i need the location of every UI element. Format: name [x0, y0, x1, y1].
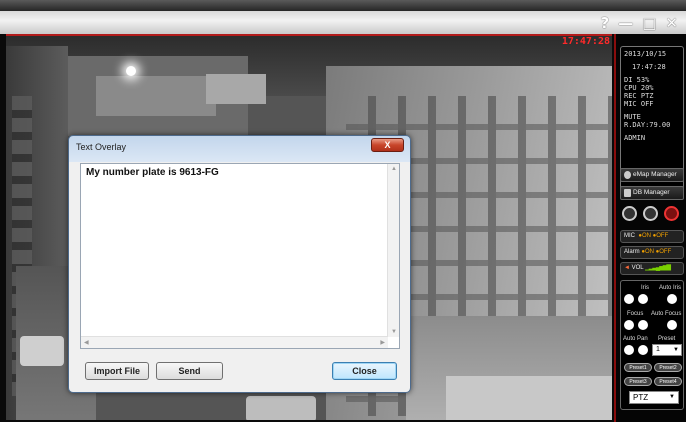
alarm-off-icon[interactable]: ●OFF — [656, 249, 672, 255]
record-icon[interactable] — [622, 206, 637, 221]
emap-manager-label: eMap Manager — [633, 171, 677, 178]
mode-select-value: PTZ — [633, 393, 649, 402]
preset2-button[interactable]: Preset2 — [654, 363, 682, 372]
focus-label: Focus — [627, 311, 644, 317]
dialog-title: Text Overlay — [76, 142, 127, 152]
scroll-down-icon[interactable]: ▼ — [391, 329, 397, 335]
focus-minus-icon[interactable] — [638, 320, 648, 330]
window-controls: ? — □ ✕ — [601, 14, 678, 32]
info-mute: MUTE — [624, 113, 641, 121]
horizontal-scrollbar[interactable]: ◀ ▶ — [81, 336, 388, 348]
overlay-text-area[interactable]: My number plate is 9613-FG ▲ ▼ ◀ ▶ — [80, 163, 400, 349]
volume-row[interactable]: ◄ VOL ▁▂▃▄▅▆▇ — [620, 262, 684, 275]
alarm-row: Alarm ●ON ●OFF — [620, 246, 684, 259]
database-icon — [624, 189, 631, 197]
emap-manager-button[interactable]: eMap Manager — [620, 168, 684, 182]
minimize-icon[interactable]: — — [618, 14, 633, 32]
snapshot-icon[interactable] — [643, 206, 658, 221]
ptz-control-box: Iris Auto Iris Focus Auto Focus Auto Pan… — [620, 280, 684, 410]
scroll-left-icon[interactable]: ◀ — [84, 339, 89, 346]
title-bar: ? — □ ✕ — [0, 0, 686, 34]
info-date: 2013/10/15 — [624, 50, 667, 58]
info-time: 17:47:28 — [632, 63, 666, 71]
send-button[interactable]: Send — [156, 362, 223, 380]
info-rec: REC PTZ — [624, 92, 654, 100]
iris-minus-icon[interactable] — [638, 294, 648, 304]
preset-select[interactable]: 1 ▼ — [652, 344, 682, 356]
info-disk: DI 53% — [624, 76, 650, 84]
auto-iris-label: Auto Iris — [659, 285, 682, 291]
preset4-button[interactable]: Preset4 — [654, 377, 682, 386]
control-panel: 2013/10/15 17:47:28 DI 53% CPU 20% REC P… — [614, 34, 686, 422]
help-icon[interactable]: ? — [601, 14, 610, 32]
scroll-up-icon[interactable]: ▲ — [391, 166, 397, 172]
overlay-text-content: My number plate is 9613-FG — [86, 167, 219, 178]
auto-focus-play-icon[interactable] — [667, 320, 677, 330]
alarm-on-icon[interactable]: ●ON — [641, 249, 654, 255]
mode-select[interactable]: PTZ ▼ — [629, 391, 679, 404]
mic-row: MIC ●ON ●OFF — [620, 230, 684, 243]
app-window: ? — □ ✕ 17:47:28 2013/10/15 17:47:28 DI … — [0, 0, 686, 422]
info-user: ADMIN — [624, 134, 646, 142]
mic-off-icon[interactable]: ●OFF — [653, 233, 669, 239]
alarm-label: Alarm — [624, 249, 640, 255]
mic-off-label: OFF — [656, 233, 669, 239]
focus-plus-icon[interactable] — [624, 320, 634, 330]
preset1-button[interactable]: Preset1 — [624, 363, 652, 372]
iris-plus-icon[interactable] — [624, 294, 634, 304]
preset-label: Preset — [658, 336, 676, 342]
db-manager-label: DB Manager — [633, 189, 670, 196]
auto-pan-play-icon[interactable] — [624, 345, 634, 355]
import-file-button[interactable]: Import File — [85, 362, 149, 380]
alarm-off-label: OFF — [659, 249, 672, 255]
dialog-close-button[interactable]: X — [371, 138, 404, 152]
auto-pan-label: Auto Pan — [623, 336, 648, 342]
close-icon[interactable]: ✕ — [665, 14, 678, 32]
alarm-stop-icon[interactable] — [664, 206, 679, 221]
info-cpu: CPU 20% — [624, 84, 654, 92]
chevron-down-icon: ▼ — [673, 347, 679, 353]
auto-iris-play-icon[interactable] — [667, 294, 677, 304]
speaker-icon: ◄ — [624, 265, 630, 271]
scroll-right-icon[interactable]: ▶ — [380, 339, 385, 346]
chevron-down-icon: ▼ — [669, 394, 675, 400]
feed-timestamp: 17:47:28 — [561, 36, 610, 47]
iris-label: Iris — [641, 285, 649, 291]
mic-on-label: ON — [641, 233, 651, 239]
auto-focus-label: Auto Focus — [651, 311, 682, 317]
volume-bars-icon: ▁▂▃▄▅▆▇ — [645, 265, 671, 271]
volume-label: VOL — [631, 265, 644, 271]
globe-icon — [624, 171, 631, 179]
preset-select-value: 1 — [656, 346, 660, 353]
close-button[interactable]: Close — [332, 362, 397, 380]
auto-pan-stop-icon[interactable] — [638, 345, 648, 355]
db-manager-button[interactable]: DB Manager — [620, 186, 684, 200]
vertical-scrollbar[interactable]: ▲ ▼ — [387, 164, 399, 337]
mic-label: MIC — [624, 233, 635, 239]
alarm-on-label: ON — [644, 249, 654, 255]
text-overlay-dialog: Text Overlay X My number plate is 9613-F… — [68, 135, 411, 393]
info-mic: MIC OFF — [624, 100, 654, 108]
preset3-button[interactable]: Preset3 — [624, 377, 652, 386]
info-rday: R.DAY:79.00 — [624, 121, 671, 129]
maximize-icon[interactable]: □ — [642, 14, 656, 32]
mic-on-icon[interactable]: ●ON — [637, 233, 651, 239]
